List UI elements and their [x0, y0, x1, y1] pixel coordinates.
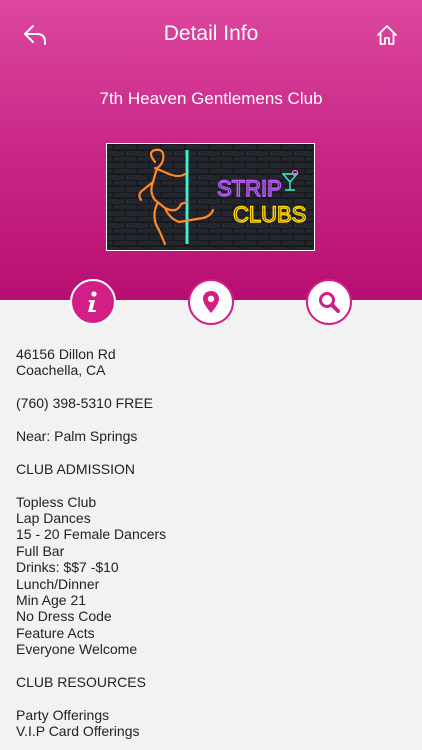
admission-item: Full Bar [16, 542, 65, 559]
address-line-2: Coachella, CA [16, 362, 106, 379]
address-line-1: 46156 Dillon Rd [16, 346, 116, 362]
navigation-bar: Detail Info [0, 0, 422, 70]
admission-item: Lunch/Dinner [16, 575, 100, 592]
near-location: Near: Palm Springs [16, 428, 138, 444]
info-icon [88, 291, 97, 312]
club-banner-image: STRIP CLUBS [106, 143, 315, 251]
admission-item: Lap Dances [16, 510, 91, 526]
map-button[interactable] [188, 279, 234, 325]
banner-line-2: CLUBS [233, 202, 306, 227]
phone-number[interactable]: (760) 398-5310 FREE [16, 395, 406, 411]
admission-item: Topless Club [16, 493, 97, 510]
resources-item: V.I.P Card Offerings [16, 723, 140, 740]
admission-heading: CLUB ADMISSION [16, 460, 136, 477]
map-pin-icon [203, 291, 219, 313]
resources-item: Party Offerings [16, 706, 110, 723]
admission-item: Min Age 21 [16, 592, 87, 609]
search-button[interactable] [306, 279, 352, 325]
info-button[interactable] [70, 279, 116, 325]
resources-heading: CLUB RESOURCES [16, 674, 146, 691]
banner-line-1: STRIP [217, 176, 282, 201]
admission-item: 15 - 20 Female Dancers [16, 526, 167, 543]
admission-item: Feature Acts [16, 624, 95, 641]
admission-item: Everyone Welcome [16, 641, 138, 658]
page-title: Detail Info [163, 22, 259, 45]
search-icon [319, 292, 340, 313]
club-name: 7th Heaven Gentlemens Club [99, 89, 323, 108]
home-icon [377, 25, 397, 45]
admission-item: Drinks: $$7 -$10 [16, 559, 119, 576]
admission-item: No Dress Code [16, 608, 112, 625]
club-details: 46156 Dillon Rd Coachella, CA (760) 398-… [16, 346, 406, 740]
home-button[interactable] [370, 20, 404, 50]
